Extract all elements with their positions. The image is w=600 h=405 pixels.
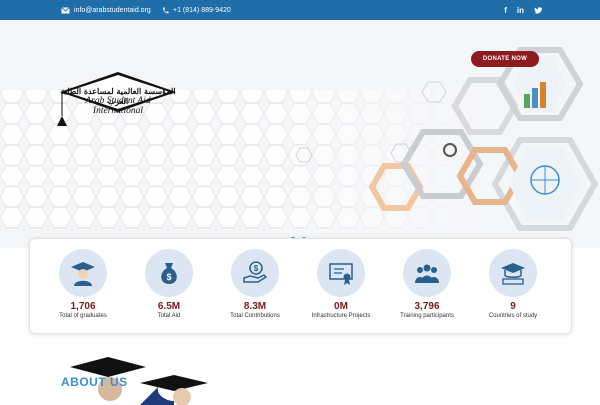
phone-contact[interactable]: +1 (814) 889-9420 [162, 0, 231, 20]
facebook-icon[interactable]: f [504, 6, 507, 15]
stat-graduates: 1,706 Total of graduates [38, 239, 128, 335]
stat-value: 3,796 [414, 301, 440, 312]
email-text: info@arabstudentaid.org [74, 6, 151, 14]
site-logo[interactable]: المؤسسة العالمية لمساعدة الطلبة العرب Ar… [54, 72, 176, 128]
hand-dollar-icon: $ [231, 249, 279, 297]
stat-countries: 9 Countries of study [468, 239, 558, 335]
certificate-icon [317, 249, 365, 297]
svg-text:$: $ [254, 264, 259, 273]
stat-value: 1,706 [70, 301, 96, 312]
social-links: f in [504, 0, 542, 20]
twitter-icon[interactable] [534, 6, 542, 14]
stat-infrastructure: 0M Infrastructure Projects [296, 239, 386, 335]
hero-slider[interactable]: DONATE NOW المؤسسة العالمية لمساعدة الطل… [0, 20, 600, 248]
stat-total-aid: $ 6.5M Total Aid [124, 239, 214, 335]
stat-value: 0M [334, 301, 348, 312]
stat-label: Total Aid [157, 313, 181, 319]
svg-text:$: $ [166, 272, 171, 282]
stat-value: 9 [510, 301, 516, 312]
envelope-icon [61, 6, 70, 14]
stat-label: Countries of study [488, 313, 538, 319]
phone-icon [162, 7, 169, 14]
stat-training: 3,796 Training participants [382, 239, 472, 335]
about-heading: ABOUT US [61, 375, 128, 389]
donate-button[interactable]: DONATE NOW [471, 51, 539, 67]
stat-label: Infrastructure Projects [311, 313, 371, 319]
stat-label: Total Contributions [230, 313, 280, 319]
stat-value: 6.5M [157, 301, 181, 312]
logo-english-text: Arab Student Aid International [85, 96, 151, 116]
email-contact[interactable]: info@arabstudentaid.org [61, 0, 151, 20]
stats-panel: 1,706 Total of graduates $ 6.5M Total Ai… [29, 238, 572, 334]
top-bar: info@arabstudentaid.org +1 (814) 889-942… [0, 0, 600, 20]
group-icon [403, 249, 451, 297]
stat-label: Total of graduates [59, 313, 107, 319]
stat-label: Training participants [400, 313, 454, 319]
graduate-icon [59, 249, 107, 297]
study-icon [489, 249, 537, 297]
linkedin-icon[interactable]: in [517, 6, 524, 15]
phone-text: +1 (814) 889-9420 [173, 6, 231, 14]
stat-value: 8.3M [243, 301, 267, 312]
money-bag-icon: $ [145, 249, 193, 297]
stat-contributions: $ 8.3M Total Contributions [210, 239, 300, 335]
